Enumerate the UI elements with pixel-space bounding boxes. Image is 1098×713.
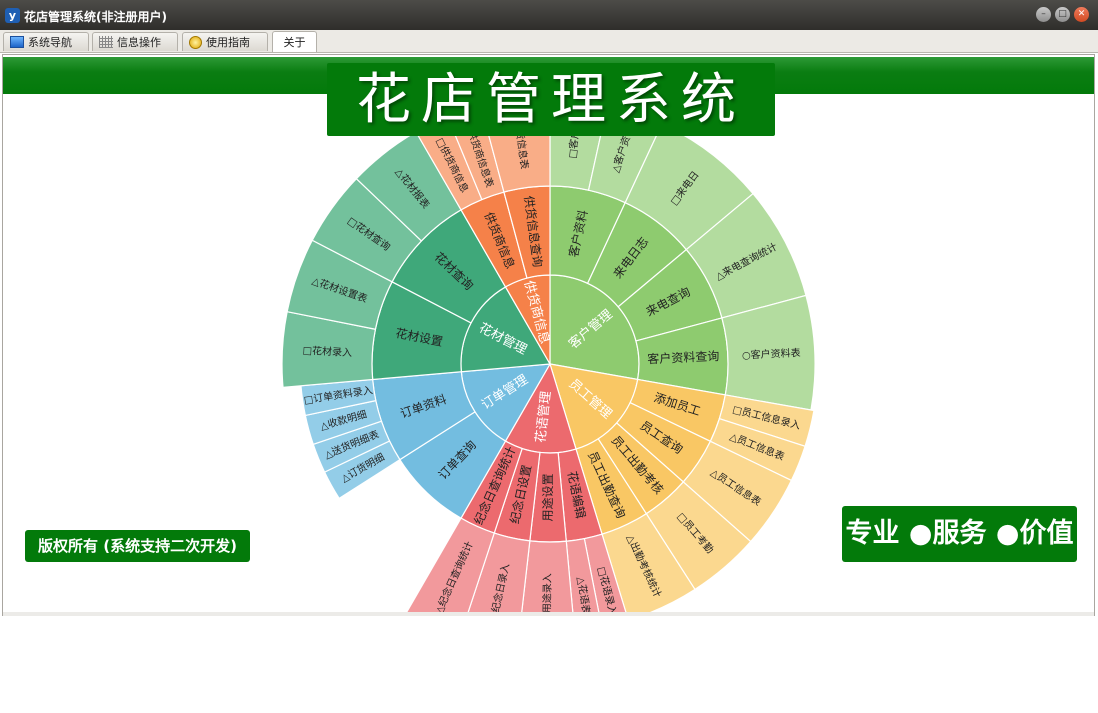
page-title: 花店管理系统 [327,63,775,136]
slogan-badge: 专业 ●服务 ●价值 [842,506,1077,562]
sunburst-submenu-label: 客户资料查询 [647,348,720,366]
sunburst-submenu-label: 用途设置 [540,473,556,521]
copyright-badge: 版权所有 (系统支持二次开发) [25,530,250,562]
footer-strip [3,612,1094,616]
